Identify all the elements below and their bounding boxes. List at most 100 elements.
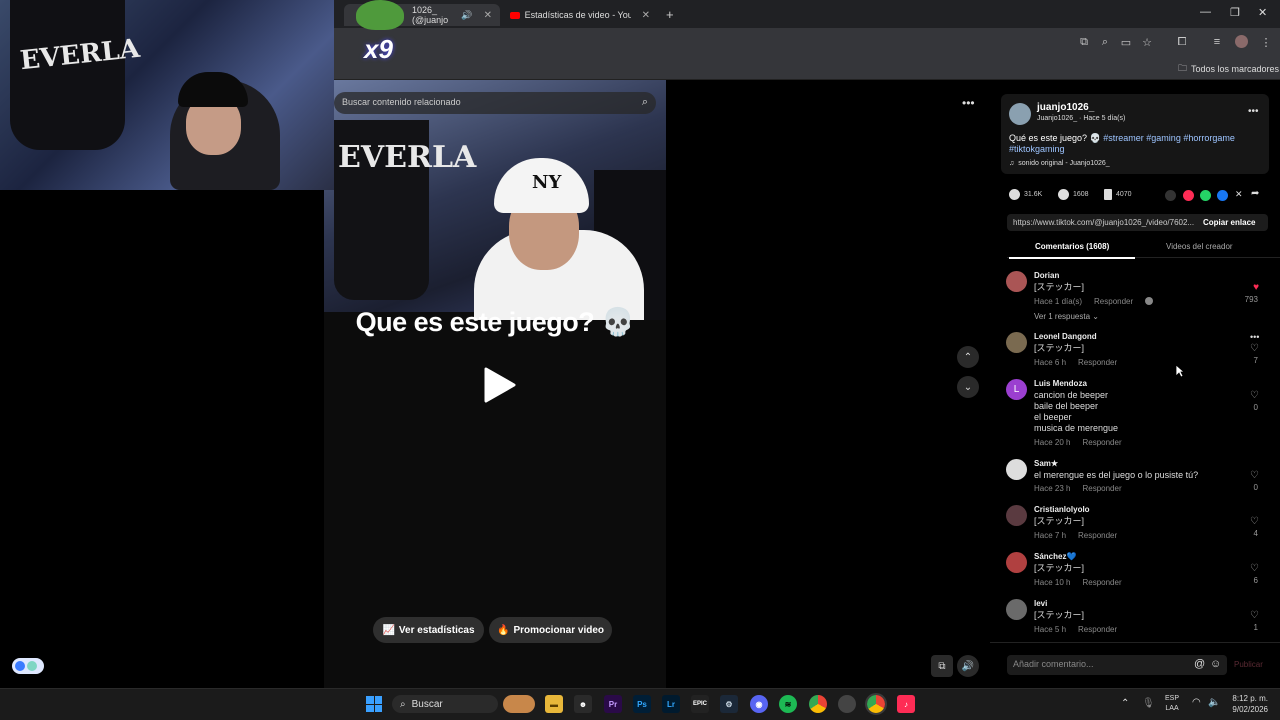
post-comment-button[interactable]: Publicar	[1234, 660, 1263, 669]
close-tab-icon[interactable]: ✕	[642, 10, 650, 21]
x-icon[interactable]: ✕	[1235, 189, 1243, 200]
extensions-icon[interactable]: ⧠	[1176, 36, 1188, 48]
search-icon[interactable]: ⌕	[642, 96, 648, 109]
commenter-name[interactable]: Sánchez💙	[1034, 552, 1076, 561]
facebook-icon[interactable]	[1217, 190, 1228, 201]
commenter-avatar[interactable]	[1006, 332, 1027, 353]
author-username[interactable]: juanjo1026_	[1037, 102, 1094, 113]
discord-icon[interactable]: ◉	[750, 695, 768, 713]
commenter-name[interactable]: Dorian	[1034, 271, 1059, 280]
commenter-name[interactable]: Luis Mendoza	[1034, 379, 1087, 388]
sound-link[interactable]: ♫ sonido original - Juanjo1026_	[1009, 160, 1110, 167]
bookmark-star-icon[interactable]: ☆	[1141, 36, 1153, 49]
view-replies-link[interactable]: Ver 1 respuesta ⌄	[1034, 312, 1099, 321]
close-tab-icon[interactable]: ✕	[484, 10, 492, 21]
photoshop-icon[interactable]: Ps	[633, 695, 651, 713]
more-options-icon[interactable]: •••	[962, 96, 975, 110]
taskbar-search[interactable]: ⌕ Buscar	[392, 695, 498, 713]
like-heart-icon[interactable]: ♥	[1253, 282, 1259, 293]
chrome-profile-icon[interactable]	[838, 695, 856, 713]
save-stat[interactable]: 4070	[1104, 189, 1132, 200]
commenter-name[interactable]: Cristianlolyolo	[1034, 505, 1090, 514]
chrome-active-icon[interactable]	[865, 693, 887, 715]
tab-youtube[interactable]: Estadísticas de video - YouTube ✕	[502, 4, 658, 26]
speaker-icon[interactable]: 🔊	[461, 10, 472, 21]
next-video-button[interactable]: ⌄	[957, 376, 979, 398]
tab-comments[interactable]: Comentarios (1608)	[1035, 242, 1109, 251]
lightroom-icon[interactable]: Lr	[662, 695, 680, 713]
comment-options-icon[interactable]: •••	[1250, 332, 1259, 342]
commenter-avatar[interactable]	[1006, 271, 1027, 292]
promote-video-button[interactable]: 🔥 Promocionar video	[489, 617, 612, 643]
profile-avatar[interactable]	[1235, 35, 1248, 48]
emoji-icon[interactable]: ☺	[1210, 658, 1221, 670]
commenter-name[interactable]: Leonel Dangond	[1034, 332, 1097, 341]
whatsapp-icon[interactable]	[1200, 190, 1211, 201]
microphone-icon[interactable]: 🎙	[1142, 698, 1155, 709]
embed-icon[interactable]	[1165, 190, 1176, 201]
commenter-avatar[interactable]	[1006, 459, 1027, 480]
restore-icon[interactable]: ❐	[1230, 6, 1240, 19]
related-search-input[interactable]: Buscar contenido relacionado ⌕	[334, 92, 656, 114]
view-stats-button[interactable]: 📈 Ver estadísticas	[373, 617, 484, 643]
commenter-name[interactable]: Sam★	[1034, 459, 1058, 468]
hashtags[interactable]: #streamer #gaming #horrorgame	[1103, 133, 1235, 143]
like-heart-icon[interactable]: ♡	[1250, 610, 1259, 621]
volume-icon[interactable]: 🔊	[957, 655, 979, 677]
commenter-avatar[interactable]	[1006, 599, 1027, 620]
reply-button[interactable]: Responder	[1078, 531, 1117, 540]
like-heart-icon[interactable]: ♡	[1250, 516, 1259, 527]
spotify-icon[interactable]: ≋	[779, 695, 797, 713]
tiktok-icon[interactable]: ♪	[897, 695, 915, 713]
reply-button[interactable]: Responder	[1082, 438, 1121, 447]
commenter-avatar[interactable]: L	[1006, 379, 1027, 400]
pip-icon[interactable]: ⧉	[931, 655, 953, 677]
commenter-name[interactable]: levi	[1034, 599, 1047, 608]
steam-icon[interactable]: ⚙	[720, 695, 738, 713]
like-heart-icon[interactable]: ♡	[1250, 390, 1259, 401]
file-explorer-icon[interactable]: ▬	[545, 695, 563, 713]
like-heart-icon[interactable]: ♡	[1250, 343, 1259, 354]
share-arrow-icon[interactable]: ➦	[1251, 188, 1259, 199]
commenter-avatar[interactable]	[1006, 552, 1027, 573]
repost-icon[interactable]	[1183, 190, 1194, 201]
start-icon[interactable]	[366, 696, 382, 712]
mention-icon[interactable]: @	[1194, 658, 1205, 670]
search-highlight-icon[interactable]	[503, 695, 535, 713]
reply-button[interactable]: Responder	[1078, 358, 1117, 367]
minimize-icon[interactable]: —	[1200, 6, 1211, 18]
like-stat[interactable]: 31.6K	[1009, 189, 1042, 200]
premiere-icon[interactable]: Pr	[604, 695, 622, 713]
reply-button[interactable]: Responder	[1082, 578, 1121, 587]
clock[interactable]: 8:12 p. m. 9/02/2026	[1228, 693, 1268, 715]
play-icon[interactable]	[482, 366, 518, 404]
author-avatar[interactable]	[1009, 103, 1031, 125]
all-bookmarks[interactable]: 🗀 Todos los marcadores	[1178, 61, 1279, 77]
tray-chevron-icon[interactable]: ⌃	[1121, 698, 1129, 709]
robot-app-icon[interactable]: ☻	[574, 695, 592, 713]
previous-video-button[interactable]: ⌃	[957, 346, 979, 368]
post-options-icon[interactable]: •••	[1248, 106, 1259, 117]
speaker-icon[interactable]: 🔈	[1208, 697, 1220, 708]
like-heart-icon[interactable]: ♡	[1250, 470, 1259, 481]
chrome-icon[interactable]	[809, 695, 827, 713]
like-heart-icon[interactable]: ♡	[1250, 563, 1259, 574]
commenter-avatar[interactable]	[1006, 505, 1027, 526]
translate-icon[interactable]: ⧉	[1078, 36, 1090, 48]
comment-stat[interactable]: 1608	[1058, 189, 1089, 200]
cast-icon[interactable]: ▭	[1120, 36, 1132, 49]
zoom-icon[interactable]: ⌕	[1099, 36, 1111, 48]
copy-link-button[interactable]: Copiar enlace	[1203, 218, 1255, 227]
reply-button[interactable]: Responder	[1082, 484, 1121, 493]
reading-list-icon[interactable]: ≡	[1211, 36, 1223, 48]
reply-button[interactable]: Responder	[1094, 297, 1133, 306]
hashtags[interactable]: #tiktokgaming	[1009, 144, 1065, 154]
new-tab-button[interactable]: +	[666, 7, 674, 22]
menu-kebab-icon[interactable]: ⋮	[1260, 36, 1272, 49]
tab-creator-videos[interactable]: Videos del creador	[1166, 242, 1233, 251]
language-indicator[interactable]: ESP LAA	[1165, 694, 1179, 714]
wifi-icon[interactable]: ◠	[1192, 697, 1201, 708]
floating-widget[interactable]	[12, 658, 44, 674]
epic-games-icon[interactable]: EPIC	[691, 695, 709, 713]
close-window-icon[interactable]: ✕	[1258, 6, 1267, 19]
